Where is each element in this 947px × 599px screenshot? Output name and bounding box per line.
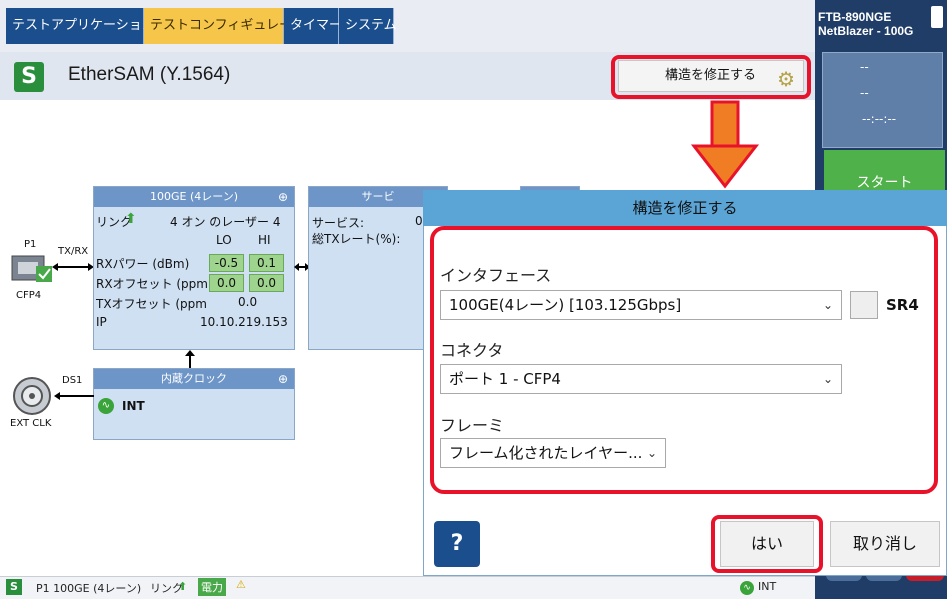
- device-status-line-2: --: [860, 86, 869, 100]
- cancel-button[interactable]: 取り消し: [830, 521, 940, 567]
- down-arrow-annotation: [690, 100, 760, 189]
- tab-test-applications[interactable]: テストアプリケーション: [6, 8, 155, 44]
- dialog-title: 構造を修正する: [423, 190, 947, 226]
- warning-icon: ⚠: [236, 578, 246, 591]
- tx-offset-value: 0.0: [238, 295, 258, 309]
- port-direction: TX/RX: [58, 246, 89, 257]
- interface-label: インタフェース: [440, 266, 552, 285]
- rx-power-label: RXパワー (dBm): [96, 257, 190, 271]
- connector-select[interactable]: ポート 1 - CFP4 ⌄: [440, 364, 842, 394]
- connector-select-value: ポート 1 - CFP4: [449, 370, 561, 388]
- framing-select[interactable]: フレーム化されたレイヤー... ⌄: [440, 438, 666, 468]
- service-label: サービス:: [312, 216, 365, 230]
- service-block-title: サービ: [361, 190, 395, 203]
- connector-label: コネクタ: [440, 341, 504, 360]
- tab-test-configurator[interactable]: テストコンフィギュレータ: [144, 8, 305, 44]
- help-button[interactable]: ?: [434, 521, 480, 567]
- service-value: 0: [415, 214, 423, 228]
- status-link-up-icon: ⬆: [178, 580, 188, 593]
- tx-rate-label: 総TXレート(%):: [312, 232, 401, 246]
- rx-power-hi: 0.1: [249, 254, 284, 272]
- tx-offset-label: TXオフセット (ppm: [96, 297, 207, 311]
- device-model: FTB-890NGE: [818, 10, 892, 24]
- interface-block-header: 100GE (4レーン) ⊕: [94, 187, 294, 207]
- status-power-badge: 電力: [198, 578, 226, 596]
- status-clock-icon: ∿: [740, 580, 754, 595]
- sr4-checkbox[interactable]: [850, 291, 878, 319]
- chevron-down-icon: ⌄: [822, 372, 833, 386]
- cfp4-port-icon[interactable]: [10, 252, 54, 286]
- start-button[interactable]: スタート: [824, 150, 945, 191]
- port-link-arrow: [52, 263, 94, 271]
- col-hi: HI: [258, 233, 271, 247]
- device-status-box: [822, 52, 943, 148]
- zoom-in-icon[interactable]: ⊕: [278, 187, 288, 207]
- framing-select-value: フレーム化されたレイヤー...: [449, 444, 643, 462]
- clock-block-header: 内蔵クロック ⊕: [94, 369, 294, 389]
- ip-value: 10.10.219.153: [200, 315, 288, 329]
- interface-block-title: 100GE (4レーン): [150, 190, 238, 203]
- device-status-line-1: --: [860, 60, 869, 74]
- link-up-arrow-icon: ⬆: [125, 211, 137, 227]
- tab-timer[interactable]: タイマー: [284, 8, 342, 44]
- port-id: P1: [24, 239, 37, 250]
- device-name: NetBlazer - 100G: [818, 24, 914, 38]
- rx-offset-hi: 0.0: [249, 274, 284, 292]
- clock-block-title: 内蔵クロック: [161, 372, 227, 385]
- sr4-label: SR4: [886, 296, 919, 314]
- rx-offset-lo: 0.0: [209, 274, 244, 292]
- status-port-info: P1 100GE (4レーン): [36, 582, 142, 595]
- interface-select-value: 100GE(4レーン) [103.125Gbps]: [449, 296, 682, 314]
- device-timer: --:--:--: [862, 112, 897, 126]
- zoom-in-icon[interactable]: ⊕: [278, 369, 288, 389]
- clock-arrow: [185, 350, 195, 368]
- ethersam-logo: S: [14, 62, 44, 92]
- highlight-ring-modify: [611, 55, 811, 99]
- chevron-down-icon: ⌄: [822, 298, 833, 312]
- ext-clk-connector-icon[interactable]: [10, 374, 94, 418]
- battery-icon: [931, 6, 943, 28]
- ip-label: IP: [96, 315, 107, 329]
- app-title: EtherSAM (Y.1564): [68, 64, 231, 85]
- rx-power-lo: -0.5: [209, 254, 244, 272]
- ext-clk-label: EXT CLK: [10, 418, 52, 429]
- rx-offset-label: RXオフセット (ppm: [96, 277, 208, 291]
- status-logo-icon: S: [6, 579, 22, 595]
- clock-int-label: INT: [122, 399, 145, 413]
- col-lo: LO: [216, 233, 232, 247]
- highlight-ring-yes: [711, 515, 823, 573]
- clock-signal-icon: ∿: [98, 398, 114, 414]
- status-int: INT: [758, 580, 777, 593]
- laser-status: 4 オン のレーザー 4: [170, 215, 281, 229]
- interface-select[interactable]: 100GE(4レーン) [103.125Gbps] ⌄: [440, 290, 842, 320]
- cfp4-label: CFP4: [16, 290, 42, 301]
- chevron-down-icon: ⌄: [646, 446, 657, 460]
- tab-system[interactable]: システム: [339, 8, 397, 44]
- framing-label: フレーミ: [440, 416, 505, 435]
